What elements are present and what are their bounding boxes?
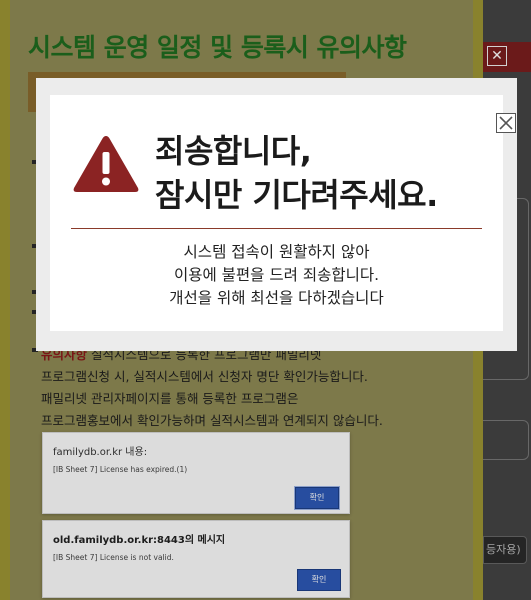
error-modal: 죄송합니다, 잠시만 기다려주세요. 시스템 접속이 원활하지 않아 이용에 불…: [36, 78, 517, 351]
error-divider: [71, 228, 482, 229]
error-headline-line: 잠시만 기다려주세요.: [155, 176, 438, 214]
error-body-line: 이용에 불편을 드려 죄송합니다.: [173, 266, 380, 284]
error-body-line: 시스템 접속이 원활하지 않아: [183, 243, 370, 261]
close-icon: [499, 116, 513, 130]
close-button[interactable]: [496, 113, 516, 133]
error-headline-line: 죄송합니다,: [155, 132, 312, 170]
warning-triangle-icon: [71, 133, 141, 199]
error-modal-content: 죄송합니다, 잠시만 기다려주세요. 시스템 접속이 원활하지 않아 이용에 불…: [50, 95, 516, 331]
error-body-line: 개선을 위해 최선을 다하겠습니다: [169, 289, 384, 307]
error-body: 시스템 접속이 원활하지 않아 이용에 불편을 드려 죄송합니다. 개선을 위해…: [50, 241, 503, 310]
error-headline: 죄송합니다, 잠시만 기다려주세요.: [155, 129, 438, 217]
